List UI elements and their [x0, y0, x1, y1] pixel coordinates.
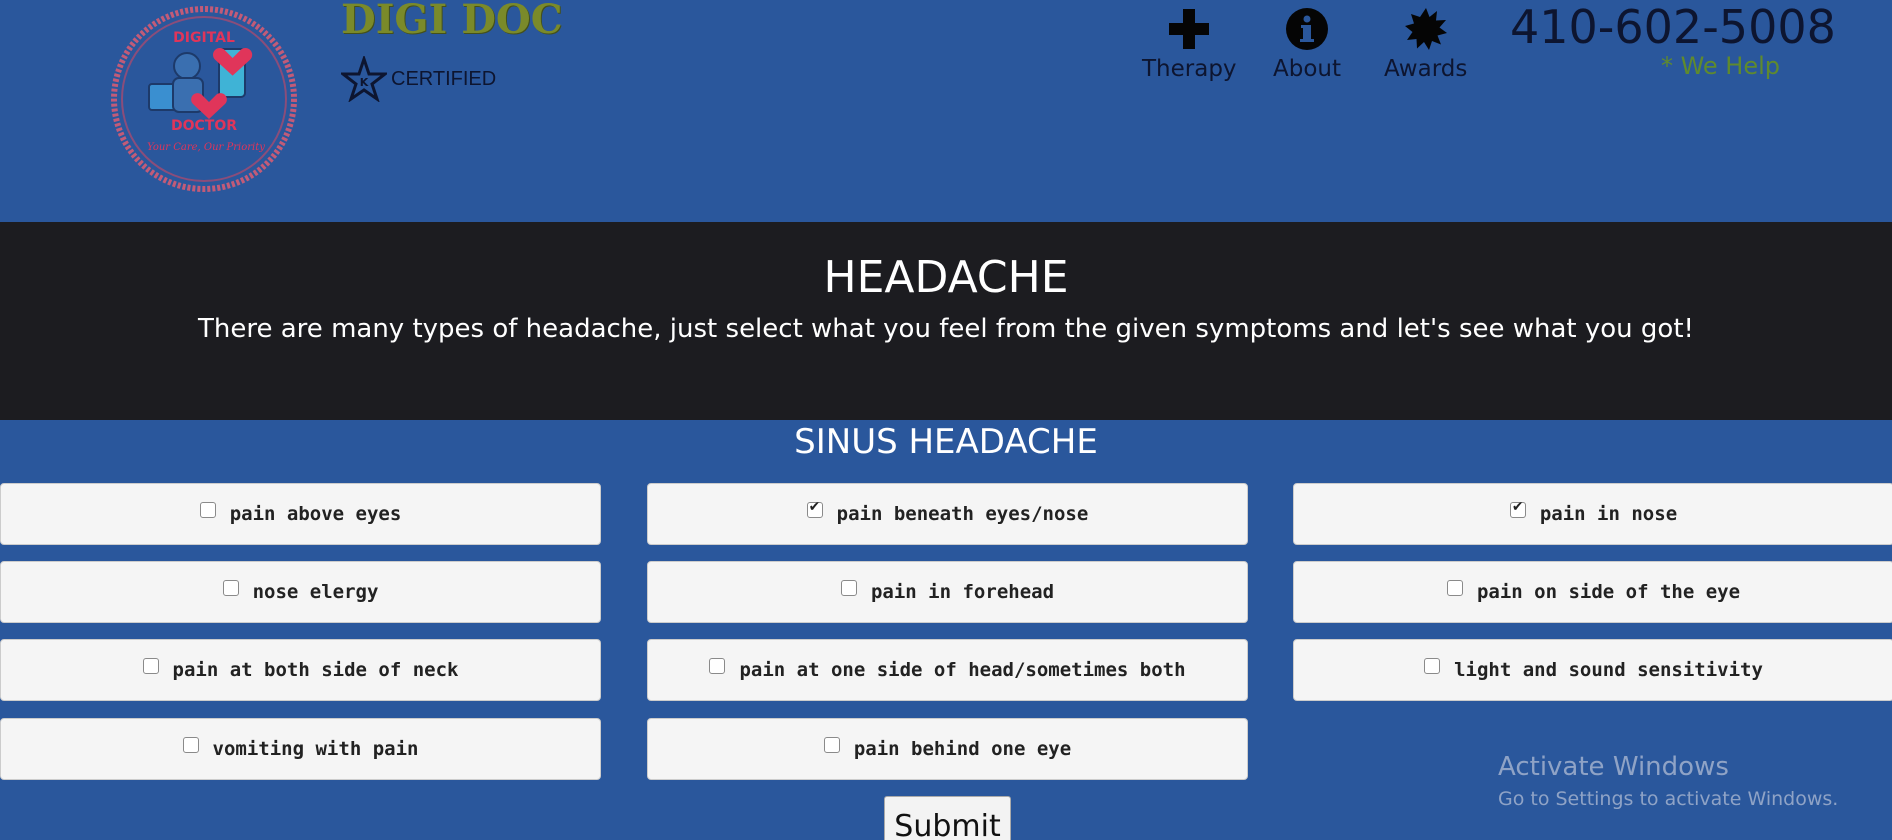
- logo-wordmark: DIGITAL: [173, 30, 235, 46]
- we-help-tagline: * We Help: [1660, 52, 1780, 80]
- certified-badge: K CERTIFIED: [341, 56, 496, 102]
- symptom-option[interactable]: pain in nose: [1293, 483, 1892, 545]
- symptom-option[interactable]: pain beneath eyes/nose: [647, 483, 1248, 545]
- symptom-checkbox[interactable]: [1509, 499, 1526, 518]
- symptom-checkbox[interactable]: [823, 737, 840, 753]
- hero-banner: HEADACHE There are many types of headach…: [0, 222, 1892, 420]
- logo-tagline: Your Care, Our Priority: [147, 142, 265, 153]
- nav-about[interactable]: About: [1273, 6, 1341, 82]
- symptom-option[interactable]: pain at one side of head/sometimes both: [647, 639, 1248, 701]
- symptom-option[interactable]: pain on side of the eye: [1293, 561, 1892, 623]
- symptom-checkbox[interactable]: [222, 580, 239, 596]
- symptom-checkbox[interactable]: [1424, 658, 1441, 674]
- symptom-option[interactable]: vomiting with pain: [0, 718, 601, 780]
- symptom-option[interactable]: pain at both side of neck: [0, 639, 601, 701]
- symptom-label: pain in forehead: [870, 581, 1055, 603]
- symptom-label: nose elergy: [252, 581, 379, 603]
- symptom-option[interactable]: pain in forehead: [647, 561, 1248, 623]
- symptom-checkbox[interactable]: [806, 499, 823, 518]
- symptom-label: vomiting with pain: [212, 738, 419, 760]
- section-title: SINUS HEADACHE: [794, 422, 1098, 462]
- nav-about-label: About: [1273, 56, 1342, 82]
- digital-doctor-logo[interactable]: DIGITAL DOCTOR Your Care, Our Priority: [109, 4, 299, 194]
- symptom-option[interactable]: pain above eyes: [0, 483, 601, 545]
- page-subtitle: There are many types of headache, just s…: [198, 314, 1694, 344]
- symptom-checkbox[interactable]: [1446, 580, 1463, 596]
- windows-activation-watermark: Activate Windows Go to Settings to activ…: [1498, 752, 1838, 810]
- star-badge-icon: K: [341, 56, 387, 102]
- watermark-title: Activate Windows: [1498, 752, 1729, 782]
- watermark-subtitle: Go to Settings to activate Windows.: [1498, 788, 1839, 810]
- symptom-label: pain in nose: [1539, 503, 1678, 525]
- symptom-label: pain on side of the eye: [1476, 581, 1741, 603]
- symptom-checkbox[interactable]: [142, 658, 159, 674]
- symptom-checkbox[interactable]: [709, 658, 726, 674]
- starburst-icon: [1404, 8, 1447, 50]
- plus-icon: [1169, 9, 1210, 49]
- symptom-label: pain beneath eyes/nose: [836, 503, 1089, 525]
- nav-awards-label: Awards: [1384, 56, 1468, 82]
- logo-wordmark: DOCTOR: [171, 118, 237, 134]
- site-header: DIGITAL DOCTOR Your Care, Our Priority D…: [0, 0, 1892, 222]
- symptom-option[interactable]: light and sound sensitivity: [1293, 639, 1892, 701]
- nav-therapy[interactable]: Therapy: [1142, 6, 1237, 82]
- symptom-label: pain at both side of neck: [172, 659, 459, 681]
- phone-number[interactable]: 410-602-5008: [1510, 0, 1836, 54]
- nav-therapy-label: Therapy: [1142, 56, 1237, 82]
- symptom-label: pain at one side of head/sometimes both: [739, 659, 1186, 681]
- symptom-label: pain above eyes: [229, 503, 402, 525]
- symptom-option[interactable]: nose elergy: [0, 561, 601, 623]
- nav-awards[interactable]: Awards: [1384, 6, 1467, 82]
- certified-label: CERTIFIED: [391, 67, 497, 90]
- symptom-checkbox[interactable]: [199, 502, 216, 518]
- symptom-checkbox[interactable]: [182, 737, 199, 753]
- symptom-label: pain behind one eye: [853, 738, 1072, 760]
- symptom-checkbox[interactable]: [840, 580, 857, 596]
- info-icon: [1286, 8, 1328, 50]
- page-title: HEADACHE: [823, 252, 1069, 303]
- symptom-option[interactable]: pain behind one eye: [647, 718, 1248, 780]
- submit-button[interactable]: Submit: [884, 796, 1011, 840]
- symptom-label: light and sound sensitivity: [1454, 659, 1763, 681]
- svg-text:K: K: [360, 76, 369, 89]
- brand-title: DIGI DOC: [341, 0, 563, 43]
